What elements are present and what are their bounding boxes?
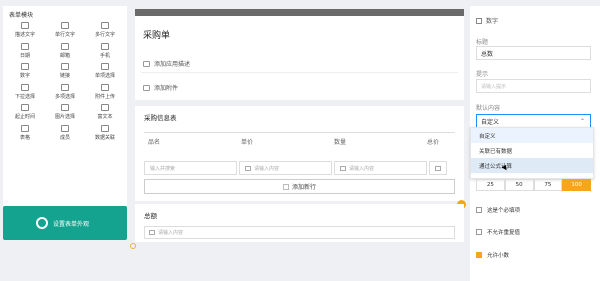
no-duplicate-checkbox[interactable]: 不允许重复值 [476,228,520,236]
richtext-icon [101,104,109,112]
input-icon [245,165,251,171]
component-palette: 表单模块 描述文字 单行文字 多行文字 日期 邮箱 手机 数字 链接 单项选择 … [3,6,127,206]
add-row-icon [282,183,289,190]
title-input[interactable]: 总数 [476,46,591,60]
radio-icon [101,63,109,71]
purchase-table-card[interactable]: 采购信息表 品名 单价 数量 总价 输入并搜索 请输入内容 请输入内容 添加新行 [135,106,464,201]
palette-item-link[interactable]: 链接 [45,61,85,82]
summary-title: 总额 [144,212,157,220]
canvas-header-bar [135,9,464,16]
palette-item-multi-line[interactable]: 多行文字 [85,20,125,41]
add-attachment-link[interactable]: 添加附件 [143,83,178,92]
width-option-25[interactable]: 25 [476,179,505,191]
chevron-up-icon: ⌃ [579,118,585,125]
divider [141,72,458,73]
table-icon [21,124,29,132]
search-cell-input[interactable]: 输入并搜索 [144,161,237,175]
palette-item-member[interactable]: 成员 [45,123,85,144]
palette-item-image[interactable]: 图片选择 [45,102,85,123]
hint-label: 提示 [476,71,489,78]
quantity-cell-input[interactable]: 请输入内容 [334,161,427,175]
time-range-icon [21,104,29,112]
palette-item-checkbox[interactable]: 多项选择 [45,82,85,103]
palette-title: 表单模块 [9,12,34,19]
summary-input[interactable]: 请输入内容 [144,226,455,239]
width-option-100[interactable]: 100 [562,179,591,191]
input-icon [149,230,155,235]
palette-item-phone[interactable]: 手机 [85,41,125,62]
palette-item-radio[interactable]: 单项选择 [85,61,125,82]
form-appearance-button[interactable]: 设置表单外观 [3,206,127,240]
paperclip-icon [143,84,150,91]
form-appearance-label: 设置表单外观 [53,221,90,228]
input-icon [340,165,346,171]
multi-line-icon [101,22,109,30]
checkbox-box [476,207,482,213]
column-header: 单价 [241,139,254,146]
palette-item-time-range[interactable]: 起止时间 [5,102,45,123]
option-link-existing[interactable]: 关联已有数据 [471,143,593,158]
default-content-label: 默认内容 [476,105,501,112]
palette-item-richtext[interactable]: 富文本 [85,102,125,123]
number-icon [21,63,29,71]
required-checkbox[interactable]: 这是个必填项 [476,206,520,214]
hint-input[interactable]: 请输入提示 [476,79,591,93]
checkbox-icon [61,83,69,91]
column-header: 品名 [148,139,161,146]
allow-decimal-checkbox[interactable]: 允许小数 [476,251,509,259]
field-type: 数字 [476,16,498,25]
option-formula[interactable]: 通过公式计算 [471,158,593,173]
number-type-icon [476,17,482,24]
width-option-50[interactable]: 50 [504,179,534,191]
summary-card[interactable]: 总额 请输入内容 [135,204,464,242]
column-header: 总价 [427,139,440,146]
palette-item-number[interactable]: 数字 [5,61,45,82]
palette-item-data-link[interactable]: 数据关联 [85,123,125,144]
palette-item-date[interactable]: 日期 [5,41,45,62]
title-label: 标题 [476,39,489,46]
warning-icon [130,243,136,249]
palette-item-table[interactable]: 表格 [5,123,45,144]
table-header: 品名 单价 数量 总价 [144,132,455,156]
palette-gear-icon [36,217,48,229]
single-line-icon [61,22,69,30]
member-icon [61,124,69,132]
default-content-select[interactable]: 自定义 ⌃ [476,114,591,128]
total-cell[interactable] [429,161,447,175]
calendar-icon [21,42,29,50]
checkbox-box [476,229,482,235]
option-custom[interactable]: 自定义 [471,128,593,143]
add-description-link[interactable]: 添加应用描述 [143,59,190,68]
image-icon [61,104,69,112]
dropdown-icon [21,83,29,91]
price-cell-input[interactable]: 请输入内容 [239,161,332,175]
input-icon [435,165,441,171]
text-icon [21,22,29,30]
table-title: 采购信息表 [144,114,177,122]
palette-item-description[interactable]: 描述文字 [5,20,45,41]
link-icon [61,63,69,71]
palette-item-dropdown[interactable]: 下拉选择 [5,82,45,103]
checkbox-checked [476,252,482,258]
add-row-button[interactable]: 添加新行 [144,179,455,194]
palette-item-attachment[interactable]: 附件上传 [85,82,125,103]
mail-icon [61,42,69,50]
palette-item-email[interactable]: 邮箱 [45,41,85,62]
width-selector: 25 50 75 100 [476,179,591,191]
attachment-icon [101,83,109,91]
form-title[interactable]: 采购单 [143,28,170,41]
width-option-75[interactable]: 75 [533,179,563,191]
default-content-dropdown: 自定义 关联已有数据 通过公式计算 [470,127,594,179]
form-header-card: 采购单 添加应用描述 添加附件 [135,16,464,100]
column-header: 数量 [334,139,347,146]
palette-item-single-line[interactable]: 单行文字 [45,20,85,41]
comment-icon [143,60,150,67]
table-row: 输入并搜索 请输入内容 请输入内容 [144,156,455,180]
palette-grid: 描述文字 单行文字 多行文字 日期 邮箱 手机 数字 链接 单项选择 下拉选择 … [5,20,125,143]
phone-icon [101,42,109,50]
data-link-icon [101,124,109,132]
